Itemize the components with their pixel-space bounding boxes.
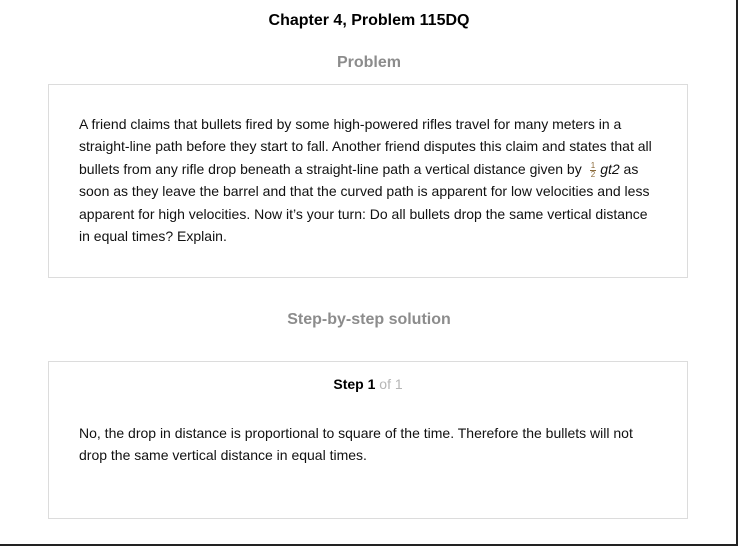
step-text: No, the drop in distance is proportional… (79, 425, 633, 464)
step-card: Step 1 of 1 No, the drop in distance is … (48, 361, 688, 519)
problem-text-part-1: A friend claims that bullets fired by so… (79, 116, 652, 177)
step-word: Step (333, 376, 364, 392)
step-label: Step 1 of 1 (49, 376, 687, 392)
one-half-fraction: 12 (589, 161, 597, 179)
step-number: 1 (367, 376, 376, 392)
gravity-expression: gt2 (600, 160, 620, 177)
step-total: of 1 (379, 376, 403, 392)
solution-heading: Step-by-step solution (287, 311, 451, 328)
problem-heading: Problem (336, 54, 401, 71)
problem-text: A friend claims that bullets fired by so… (79, 113, 653, 247)
problem-card: A friend claims that bullets fired by so… (48, 84, 688, 278)
page-title: Chapter 4, Problem 115DQ (268, 12, 470, 29)
fraction-denominator: 2 (590, 169, 596, 179)
